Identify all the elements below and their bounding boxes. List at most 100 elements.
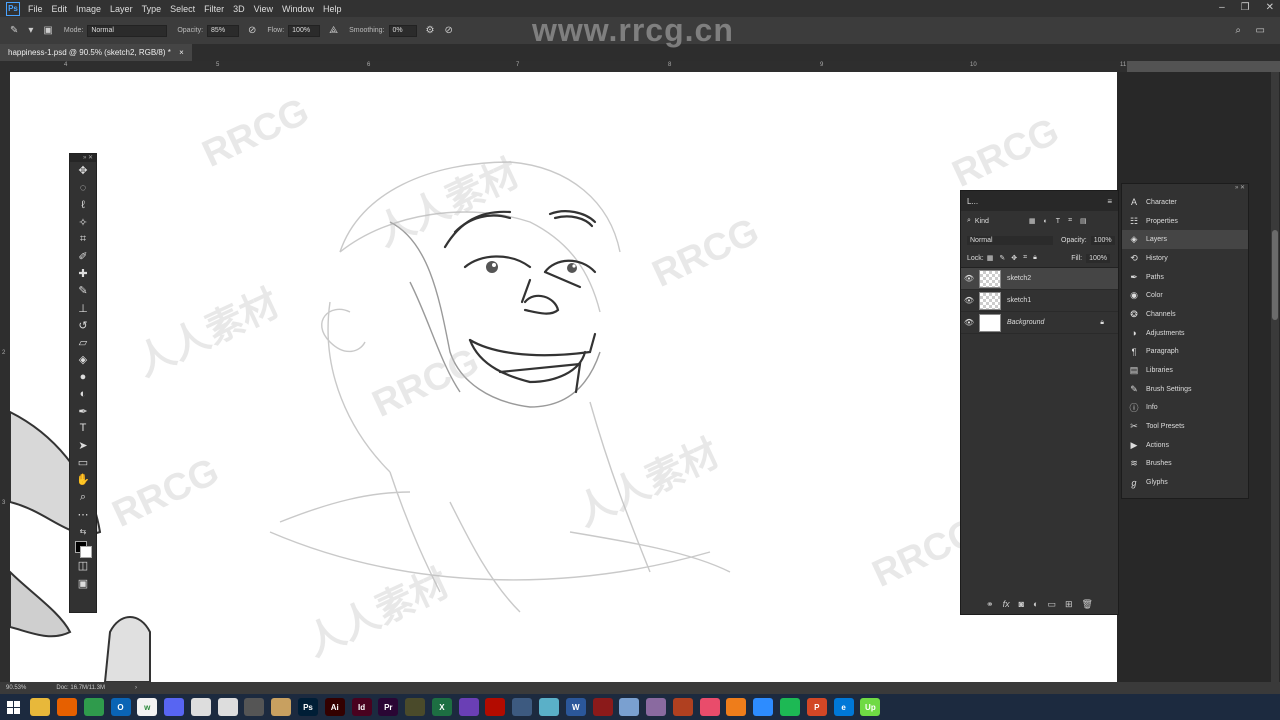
- brush-preset-picker-icon[interactable]: ▾: [28, 25, 33, 36]
- menu-layer[interactable]: Layer: [110, 4, 133, 14]
- panel-actions[interactable]: ▶ Actions: [1122, 436, 1248, 455]
- layer-row-sketch1[interactable]: 👁︎ sketch1: [961, 290, 1118, 312]
- vlc-icon[interactable]: [726, 698, 747, 716]
- marquee-tool-icon[interactable]: ◌: [70, 179, 96, 196]
- outlook-icon[interactable]: O: [110, 698, 131, 716]
- eyedropper-tool-icon[interactable]: ✐: [70, 248, 96, 265]
- acrobat-icon[interactable]: [485, 698, 506, 716]
- screen-mode-icon[interactable]: ▣: [70, 575, 96, 592]
- panel-layers[interactable]: ◈ Layers: [1122, 230, 1248, 250]
- filter-adjustment-icon[interactable]: ◐: [1044, 218, 1048, 225]
- spotify-icon[interactable]: [780, 698, 801, 716]
- premiere-icon[interactable]: Pr: [378, 698, 399, 716]
- firefox-icon[interactable]: [56, 698, 77, 716]
- lock-artboard-icon[interactable]: ⌗: [1023, 254, 1027, 262]
- airbrush-icon[interactable]: ⟁: [329, 25, 338, 36]
- brush-panel-toggle-icon[interactable]: ▣: [43, 25, 52, 36]
- zoom-tool-icon[interactable]: ⌕: [70, 489, 96, 506]
- filter-type-icon[interactable]: T: [1056, 218, 1060, 225]
- layer-name[interactable]: Background: [1007, 319, 1044, 326]
- visibility-eye-icon[interactable]: 👁︎: [961, 318, 977, 327]
- eraser-tool-icon[interactable]: ▱: [70, 334, 96, 351]
- lock-image-icon[interactable]: ✎: [999, 254, 1005, 262]
- chrome-icon[interactable]: [83, 698, 104, 716]
- new-adjustment-icon[interactable]: ◐: [1033, 599, 1038, 609]
- panel-paths[interactable]: ✒ Paths: [1122, 268, 1248, 287]
- panel-history[interactable]: ⟲ History: [1122, 249, 1248, 268]
- upwork-icon[interactable]: Up: [860, 698, 881, 716]
- filter-smart-icon[interactable]: ▤: [1080, 217, 1087, 225]
- app-knot-icon[interactable]: [217, 698, 238, 716]
- delete-layer-icon[interactable]: 🗑︎: [1082, 599, 1093, 610]
- menu-type[interactable]: Type: [142, 4, 162, 14]
- flow-input[interactable]: 100%: [288, 24, 321, 37]
- history-brush-tool-icon[interactable]: ↺: [70, 317, 96, 334]
- indesign-icon[interactable]: Id: [351, 698, 372, 716]
- photoshop-icon[interactable]: Ps: [297, 698, 318, 716]
- panel-brush-settings[interactable]: ✎ Brush Settings: [1122, 380, 1248, 399]
- layer-name[interactable]: sketch1: [1007, 297, 1031, 304]
- panel-adjustments[interactable]: ◑ Adjustments: [1122, 324, 1248, 343]
- color-swatches-icon[interactable]: [70, 540, 96, 558]
- filter-shape-icon[interactable]: ⌗: [1068, 217, 1072, 225]
- panel-paragraph[interactable]: ¶ Paragraph: [1122, 343, 1248, 362]
- blur-tool-icon[interactable]: ●: [70, 368, 96, 385]
- panel-tool-presets[interactable]: ✂ Tool Presets: [1122, 417, 1248, 436]
- quick-mask-icon[interactable]: ◫: [70, 557, 96, 574]
- vertical-scrollbar-thumb[interactable]: [1272, 230, 1278, 320]
- excel-icon[interactable]: X: [431, 698, 452, 716]
- edge-icon[interactable]: e: [833, 698, 854, 716]
- file-explorer-icon[interactable]: [30, 698, 51, 716]
- pen-tool-icon[interactable]: ✒: [70, 403, 96, 420]
- menu-window[interactable]: Window: [282, 4, 314, 14]
- app-box-icon[interactable]: [672, 698, 693, 716]
- brush-tool-icon[interactable]: ✎: [10, 25, 18, 36]
- lock-transparent-icon[interactable]: ▦: [987, 254, 994, 262]
- discord-icon[interactable]: [164, 698, 185, 716]
- crop-tool-icon[interactable]: ⌗: [70, 231, 96, 248]
- layers-tab[interactable]: L...: [967, 197, 978, 206]
- hand-tool-icon[interactable]: ✋: [70, 471, 96, 488]
- powerpoint-icon[interactable]: P: [806, 698, 827, 716]
- itunes-icon[interactable]: [699, 698, 720, 716]
- panel-brushes[interactable]: ≋ Brushes: [1122, 455, 1248, 474]
- clone-stamp-tool-icon[interactable]: ⊥: [70, 300, 96, 317]
- cross-app-icon[interactable]: [512, 698, 533, 716]
- filter-pixel-icon[interactable]: ▦: [1029, 217, 1036, 225]
- vs-app-icon[interactable]: [458, 698, 479, 716]
- status-menu-arrow-icon[interactable]: ›: [135, 685, 137, 691]
- document-tab[interactable]: happiness-1.psd @ 90.5% (sketch2, RGB/8)…: [0, 44, 192, 61]
- word-icon[interactable]: W: [565, 698, 586, 716]
- layer-row-background[interactable]: 👁︎ Background 🔒︎: [961, 312, 1118, 334]
- lasso-tool-icon[interactable]: ℓ: [70, 196, 96, 213]
- add-mask-icon[interactable]: ◙: [1019, 599, 1024, 609]
- app-dark-icon[interactable]: [592, 698, 613, 716]
- search-icon[interactable]: ⌕: [1235, 25, 1241, 36]
- menu-view[interactable]: View: [254, 4, 273, 14]
- panel-properties[interactable]: ☷ Properties: [1122, 212, 1248, 231]
- new-group-icon[interactable]: ▭: [1047, 599, 1056, 610]
- filter-kind-select[interactable]: Kind: [975, 218, 1025, 225]
- type-tool-icon[interactable]: T: [70, 420, 96, 437]
- document-canvas[interactable]: RRCG 人人素材 RRCG 人人素材 RRCG 人人素材 RRCG RRCG …: [10, 72, 1117, 682]
- visibility-eye-icon[interactable]: 👁︎: [961, 274, 977, 283]
- zoom-level[interactable]: 90.53%: [6, 685, 26, 691]
- document-tab-close-icon[interactable]: ×: [179, 48, 184, 57]
- panel-character[interactable]: A Character: [1122, 193, 1248, 212]
- pressure-opacity-icon[interactable]: ⊘: [248, 25, 256, 36]
- panel-menu-icon[interactable]: ≡: [1107, 197, 1112, 206]
- blend-mode-select[interactable]: Normal: [967, 235, 1053, 245]
- swap-colors-icon[interactable]: ⇆: [70, 523, 96, 540]
- sketch-app-icon[interactable]: [539, 698, 560, 716]
- lock-position-icon[interactable]: ✥: [1011, 254, 1017, 262]
- app-clip-icon[interactable]: [646, 698, 667, 716]
- app-swirl-icon[interactable]: [190, 698, 211, 716]
- paint-bucket-tool-icon[interactable]: ◈: [70, 351, 96, 368]
- app-photo-icon[interactable]: [619, 698, 640, 716]
- panel-glyphs[interactable]: ℊ Glyphs: [1122, 473, 1248, 492]
- menu-filter[interactable]: Filter: [204, 4, 224, 14]
- healing-brush-tool-icon[interactable]: ✚: [70, 265, 96, 282]
- link-layers-icon[interactable]: ⚭: [986, 599, 994, 610]
- menu-image[interactable]: Image: [76, 4, 101, 14]
- layer-name[interactable]: sketch2: [1007, 275, 1031, 282]
